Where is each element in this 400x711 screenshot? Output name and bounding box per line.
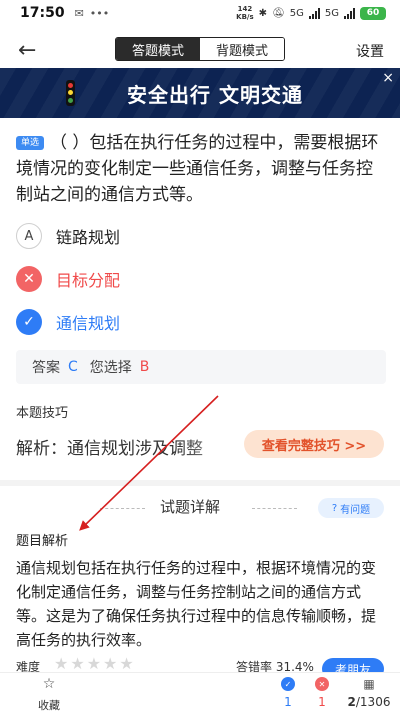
grid-icon: ▦	[363, 677, 375, 691]
tab-recite-mode[interactable]: 背题模式	[200, 38, 284, 60]
status-time: 17:50	[20, 5, 65, 21]
notification-icons: ✉ •••	[75, 7, 110, 20]
wrong-icon: ✕	[16, 266, 42, 292]
option-b[interactable]: ✕ 目标分配	[16, 265, 120, 293]
question-text: （ ）包括在执行任务的过程中，需要根据环境情况的变化制定一些通信任务，调整与任务…	[16, 133, 379, 205]
traffic-light-icon	[66, 80, 75, 106]
dashed-divider-right	[252, 508, 297, 509]
question-mark-icon: ?	[331, 502, 338, 514]
progress-total: /1306	[355, 695, 391, 709]
chosen-answer: B	[139, 359, 150, 375]
option-b-label: 目标分配	[56, 271, 121, 290]
favorite-label: 收藏	[38, 699, 60, 711]
section-divider	[0, 480, 400, 486]
correct-answer: C	[68, 359, 78, 375]
answer-label: 答案	[32, 360, 60, 376]
analysis-text: 通信规划包括在执行任务的过程中，根据环境情况的变化制定通信任务，调整与任务控制站…	[16, 559, 377, 649]
mode-switch: 答题模式 背题模式	[115, 37, 285, 61]
view-full-tips-button[interactable]: 查看完整技巧 >>	[244, 430, 384, 458]
ad-banner[interactable]: 安全出行 文明交通 ×	[0, 68, 400, 118]
message-icon: ✉	[74, 6, 84, 20]
net-speed-unit: KB/s	[236, 13, 254, 21]
net-speed-value: 142	[237, 5, 253, 13]
wrong-count-value: 1	[318, 695, 326, 709]
answer-summary: 答案 C 您选择 B	[16, 350, 386, 384]
net-speed: 142 KB/s	[236, 5, 253, 21]
bottom-bar: ☆ 收藏 ✓ 1 ✕ 1 ▦ 2/1306	[0, 672, 400, 711]
tab-answer-mode[interactable]: 答题模式	[116, 38, 200, 60]
signal-label-2: 5G	[324, 7, 339, 19]
report-issue-button[interactable]: ? 有问题	[318, 498, 384, 518]
settings-button[interactable]: 设置	[356, 41, 384, 61]
status-right: 142 KB/s ✱ 🔕︎ 5G 5G 60	[236, 5, 386, 21]
signal-icon-1	[308, 7, 320, 19]
option-a-label: 链路规划	[56, 228, 121, 247]
option-c[interactable]: ✓ 通信规划	[16, 308, 120, 336]
question-text-block: 单选（ ）包括在执行任务的过程中，需要根据环境情况的变化制定一些通信任务，调整与…	[16, 130, 388, 208]
x-circle-icon: ✕	[315, 677, 329, 691]
dashed-divider-left	[100, 508, 145, 509]
wrong-count[interactable]: ✕ 1	[312, 677, 332, 709]
bluetooth-icon: ✱	[258, 7, 268, 19]
difficulty-stars-icon: ★★★★★	[54, 656, 136, 673]
tips-title: 本题技巧	[16, 406, 69, 421]
question-type-badge: 单选	[16, 136, 45, 150]
progress-text: 2/1306	[344, 695, 394, 709]
detail-title: 试题详解	[160, 498, 221, 516]
progress-current: 2	[347, 695, 356, 709]
option-a-letter: A	[16, 223, 42, 249]
status-bar: 17:50 ✉ ••• 142 KB/s ✱ 🔕︎ 5G 5G 60	[0, 0, 400, 26]
top-bar: ← 答题模式 背题模式 设置	[0, 30, 400, 70]
signal-label-1: 5G	[289, 7, 304, 19]
analysis-title: 题目解析	[16, 534, 69, 549]
check-circle-icon: ✓	[281, 677, 295, 691]
banner-text: 安全出行 文明交通	[127, 82, 303, 107]
check-icon: ✓	[16, 309, 42, 335]
more-icon: •••	[89, 6, 110, 20]
mute-icon: 🔕︎	[272, 7, 285, 19]
option-c-label: 通信规划	[56, 314, 121, 333]
option-a[interactable]: A 链路规划	[16, 222, 120, 250]
close-icon[interactable]: ×	[382, 70, 394, 86]
correct-count[interactable]: ✓ 1	[278, 677, 298, 709]
star-outline-icon: ☆	[42, 676, 56, 692]
battery-icon: 60	[360, 6, 386, 20]
back-arrow-icon[interactable]: ←	[18, 38, 36, 63]
favorite-button[interactable]: ☆ 收藏	[34, 677, 64, 711]
chosen-label: 您选择	[89, 360, 132, 376]
signal-icon-2	[344, 7, 355, 19]
question-progress[interactable]: ▦ 2/1306	[344, 677, 394, 709]
correct-count-value: 1	[284, 695, 292, 709]
report-issue-label: 有问题	[340, 504, 371, 516]
